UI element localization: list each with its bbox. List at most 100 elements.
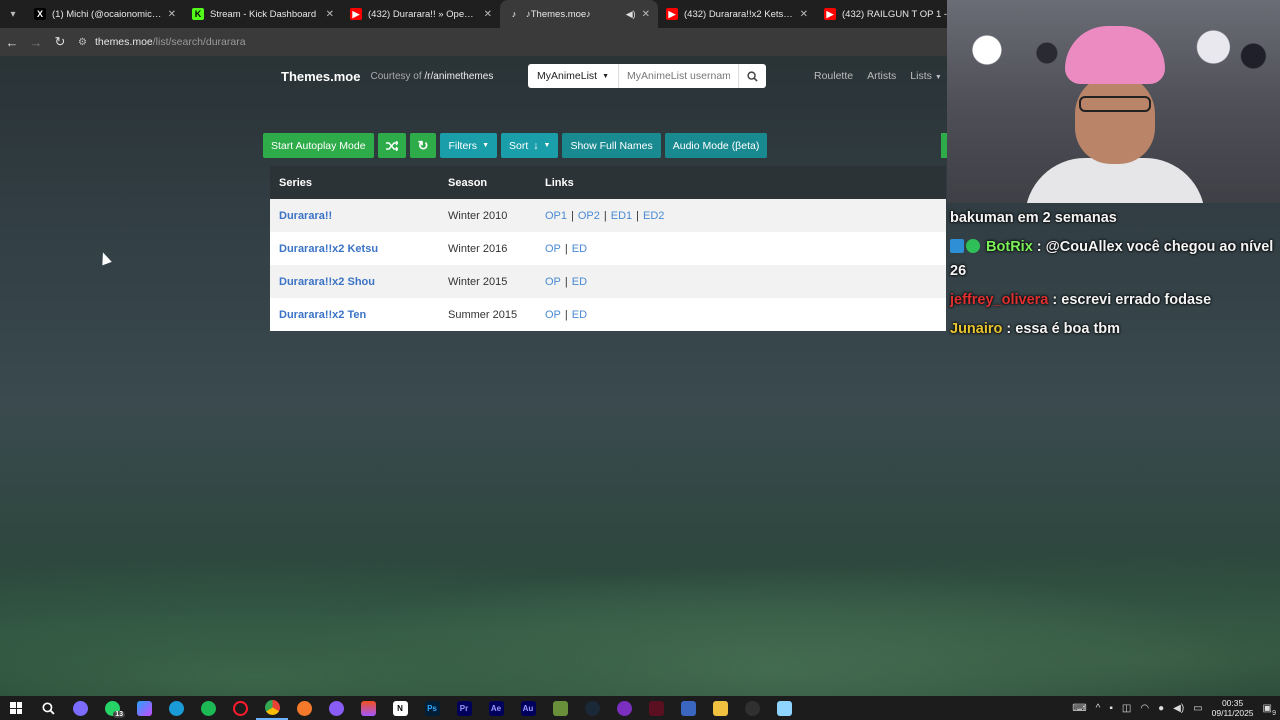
forward-arrow-icon[interactable]: → (24, 28, 48, 56)
edge-icon[interactable] (160, 696, 192, 720)
wifi-icon[interactable]: ◠ (1140, 703, 1149, 714)
keyboard-icon[interactable]: ⌨ (1072, 703, 1086, 714)
filters-dropdown[interactable]: Filters ▼ (440, 133, 497, 158)
series-link[interactable]: Durarara!!x2 Shou (279, 276, 375, 288)
theme-link[interactable]: ED (572, 276, 587, 288)
theme-link[interactable]: OP1 (545, 210, 567, 222)
site-brand[interactable]: Themes.moe (281, 69, 360, 84)
browser-tab[interactable]: ▶ (432) Durarara!!x2 Ketsu Openi ✕ (658, 0, 816, 28)
sort-arrow-icon: ↓ (533, 139, 539, 152)
search-button[interactable] (738, 64, 767, 88)
nav-roulette[interactable]: Roulette (814, 70, 853, 82)
chrome-icon[interactable] (256, 696, 288, 720)
reload-icon[interactable]: ↻ (48, 28, 72, 56)
sort-dropdown[interactable]: Sort ↓ ▼ (501, 133, 559, 158)
theme-link[interactable]: OP (545, 276, 561, 288)
notion-icon[interactable]: N (384, 696, 416, 720)
microphone-icon[interactable]: ● (1158, 703, 1164, 714)
url-field[interactable]: ⚙ themes.moe/list/search/durarara (78, 36, 246, 48)
file-explorer-icon[interactable] (704, 696, 736, 720)
show-full-names-button[interactable]: Show Full Names (562, 133, 661, 158)
header-series[interactable]: Series (270, 177, 440, 189)
app-icon-circle[interactable] (608, 696, 640, 720)
premiere-icon[interactable]: Pr (448, 696, 480, 720)
season-cell: Winter 2016 (448, 242, 508, 255)
streamer (1025, 26, 1205, 203)
nav-links: Roulette Artists Lists▼ A (814, 56, 963, 96)
subreddit-link[interactable]: /r/animethemes (424, 71, 493, 82)
app-icon-1[interactable] (64, 696, 96, 720)
close-icon[interactable]: ✕ (642, 9, 650, 20)
series-link[interactable]: Durarara!! (279, 210, 332, 222)
photoshop-icon[interactable]: Ps (416, 696, 448, 720)
search-icon (747, 70, 758, 82)
browser-tab[interactable]: ▶ (432) Durarara!! » Opening 2 - ✕ (342, 0, 500, 28)
chevron-up-icon[interactable]: ^ (1096, 703, 1101, 714)
audio-mode-button[interactable]: Audio Mode (βeta) (664, 133, 768, 158)
link-separator: | (564, 275, 568, 288)
blender-icon[interactable] (288, 696, 320, 720)
audition-icon[interactable]: Au (512, 696, 544, 720)
site-info-icon[interactable]: ⚙ (78, 37, 87, 48)
notepad-icon[interactable] (768, 696, 800, 720)
battery-icon[interactable]: ▭ (1193, 703, 1202, 714)
list-source-dropdown[interactable]: MyAnimeList ▼ (528, 64, 619, 88)
series-link[interactable]: Durarara!!x2 Ketsu (279, 243, 378, 255)
after-effects-icon[interactable]: Ae (480, 696, 512, 720)
back-arrow-icon[interactable]: ← (0, 28, 24, 56)
x-icon: X (34, 8, 46, 20)
obs-icon[interactable] (736, 696, 768, 720)
spotify-icon[interactable] (192, 696, 224, 720)
nav-lists[interactable]: Lists ▼ (910, 70, 942, 82)
copilot-icon[interactable] (128, 696, 160, 720)
chat-separator: : (1052, 292, 1058, 308)
table-header: Series Season Links (270, 166, 946, 199)
series-link[interactable]: Durarara!!x2 Ten (279, 309, 366, 321)
chat-separator: : (1036, 239, 1042, 255)
browser-tab[interactable]: ♪ ♪Themes.moe♪ ◀) ✕ (500, 0, 658, 28)
close-icon[interactable]: ✕ (800, 9, 808, 20)
theme-link[interactable]: ED2 (643, 210, 664, 222)
theme-link[interactable]: OP2 (578, 210, 600, 222)
shuffle-button[interactable] (377, 133, 406, 158)
app-icon-blue[interactable] (672, 696, 704, 720)
figma-icon[interactable] (352, 696, 384, 720)
search-taskbar-icon[interactable] (32, 696, 64, 720)
speaker-icon[interactable]: ◀) (626, 9, 636, 20)
tab-title: (432) Durarara!! » Opening 2 - (368, 8, 478, 20)
tab-search-menu-icon[interactable]: ▾ (0, 0, 26, 28)
close-icon[interactable]: ✕ (484, 9, 492, 20)
season-cell: Winter 2015 (448, 275, 508, 288)
tray-app-icon[interactable]: ▪ (1109, 703, 1113, 714)
header-season[interactable]: Season (440, 177, 536, 189)
browser-tab[interactable]: X (1) Michi (@ocaionomichi) / X ✕ (26, 0, 184, 28)
clock[interactable]: 00:35 09/11/2025 (1212, 698, 1254, 718)
app-icon-red[interactable] (640, 696, 672, 720)
theme-link[interactable]: OP (545, 309, 561, 321)
volume-icon[interactable]: ◀) (1173, 703, 1184, 714)
whatsapp-icon[interactable]: 13 (96, 696, 128, 720)
theme-link[interactable]: ED1 (611, 210, 632, 222)
network-icon[interactable]: ◫ (1122, 703, 1131, 714)
refresh-icon: ↻ (417, 137, 429, 153)
table-row: Durarara!!x2 Ten Summer 2015 OP | ED (270, 298, 946, 331)
site-navbar: Themes.moe Courtesy of /r/animethemes My… (270, 56, 963, 96)
steam-icon[interactable] (576, 696, 608, 720)
theme-link[interactable]: OP (545, 243, 561, 255)
series-cell: Durarara!! (270, 210, 440, 222)
autoplay-button[interactable]: Start Autoplay Mode (263, 133, 374, 158)
app-icon-purple[interactable] (320, 696, 352, 720)
close-icon[interactable]: ✕ (326, 9, 334, 20)
refresh-button[interactable]: ↻ (409, 133, 437, 158)
table-row: Durarara!!x2 Shou Winter 2015 OP | ED (270, 265, 946, 298)
browser-tab[interactable]: K Stream - Kick Dashboard ✕ (184, 0, 342, 28)
theme-link[interactable]: ED (572, 309, 587, 321)
notification-icon[interactable]: ▣ 9 (1263, 703, 1276, 717)
start-button[interactable] (0, 702, 32, 714)
theme-link[interactable]: ED (572, 243, 587, 255)
nav-artists[interactable]: Artists (867, 70, 896, 82)
close-icon[interactable]: ✕ (168, 9, 176, 20)
opera-icon[interactable] (224, 696, 256, 720)
mal-username-input[interactable] (618, 64, 739, 88)
app-icon-settings[interactable] (544, 696, 576, 720)
